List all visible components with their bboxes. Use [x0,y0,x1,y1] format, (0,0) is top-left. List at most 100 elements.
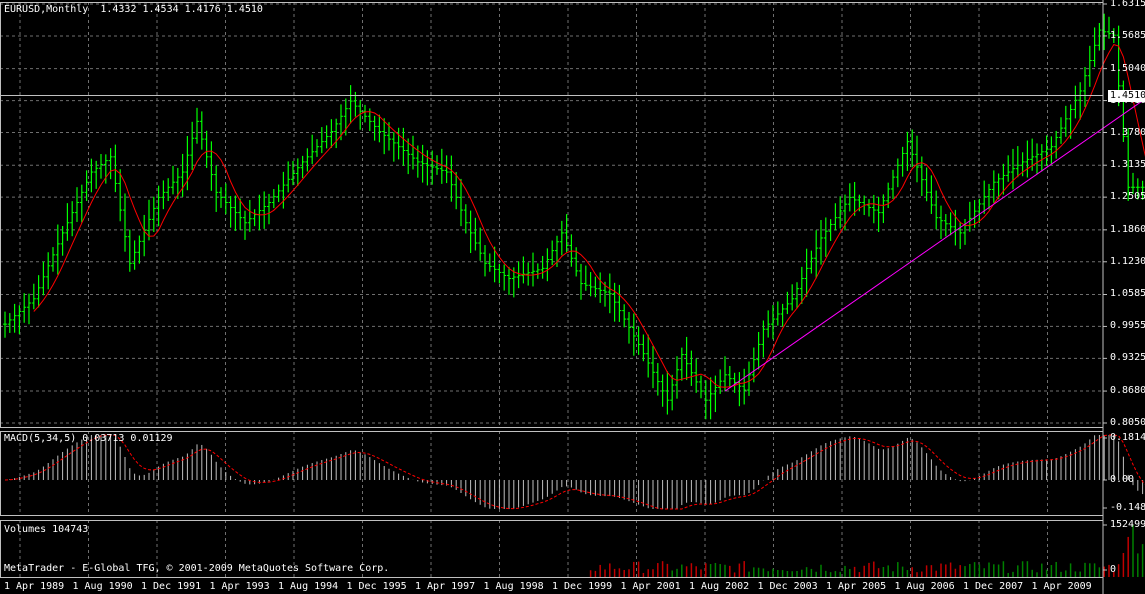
price-bar [881,194,886,224]
price-bar [651,345,655,389]
price-bar [699,375,703,399]
price-bar [286,161,291,193]
price-tick-label: 1.2505 [1110,191,1145,203]
price-bar [804,248,809,297]
price-bar [65,203,70,241]
price-bar [1054,130,1059,159]
price-bar [31,283,36,310]
price-tick-label: 0.8680 [1110,385,1145,397]
price-bar [641,334,646,362]
price-tick-label: 1.1230 [1110,255,1145,267]
price-bar [1092,27,1097,68]
price-bar [411,135,415,170]
price-bar [799,266,804,304]
price-tick-label: 1.6315 [1110,0,1145,9]
price-bar [161,180,166,210]
price-bar [502,264,507,291]
price-bar [1035,143,1039,174]
price-bar [127,229,132,272]
price-bar [233,195,238,231]
price-bar [1059,117,1063,144]
volume-label: Volumes 104743 [4,524,89,535]
chart-canvas[interactable] [0,0,1145,594]
price-bar [785,291,790,315]
price-bar [137,235,142,264]
price-bar [300,155,305,179]
price-bar [737,372,742,407]
time-tick-label: 1 Dec 2003 [757,581,818,592]
price-bar [915,135,919,183]
price-bar [1006,155,1011,182]
price-bar [70,201,75,237]
price-bar [627,311,631,344]
price-bar [319,127,324,154]
price-bar [521,256,526,284]
price-bar [305,148,310,172]
price-bar [526,262,531,286]
macd-tick-label: -0.14894 [1110,502,1145,513]
price-bar [833,203,838,231]
price-bar [459,178,463,227]
price-bar [948,212,953,236]
time-tick-label: 1 Aug 1998 [483,581,544,592]
time-tick-label: 1 Aug 1994 [278,581,339,592]
price-bar [199,111,204,150]
price-bar [36,275,41,308]
price-bar [223,183,228,215]
price-bar [795,282,799,309]
price-bar [703,380,708,420]
price-bar [679,347,684,381]
price-bar [142,214,147,257]
price-bar [900,146,905,177]
price-bar [1097,23,1102,51]
price-bar [775,301,780,326]
price-bar [51,247,55,272]
price-bar [430,150,435,185]
price-bar [444,155,449,184]
chart-frame [0,0,1107,594]
price-bar [324,125,329,149]
price-bar [468,210,473,254]
price-bar [439,148,444,184]
price-bar [22,293,27,323]
price-bar [171,165,175,195]
time-tick-label: 1 Aug 1990 [72,581,133,592]
price-bar [987,183,991,210]
time-tick-label: 1 Apr 2009 [1031,581,1092,592]
price-tick-label: 1.5040 [1110,62,1145,74]
symbol-label: EURUSD,Monthly [4,4,89,15]
ohlc-label: 1.4332 1.4534 1.4176 1.4510 [100,4,263,15]
macd-histogram [9,435,1144,509]
price-bar [670,374,675,411]
macd-tick-label: 0.00 [1110,474,1135,485]
volume-tick-label: 1524993 [1110,519,1145,530]
price-bar [243,210,247,240]
price-bar [617,284,622,322]
price-bar [497,263,502,284]
price-bar [1087,45,1092,87]
price-bar [823,217,828,257]
price-bar [516,261,521,289]
price-bar [766,310,771,338]
price-bar [401,127,406,166]
price-bar [790,284,795,311]
price-tick-label: 1.3135 [1110,159,1145,171]
price-bar [895,158,900,188]
price-bar [742,368,747,405]
price-bar [531,252,535,287]
volume-tick-label: 0 [1110,564,1117,575]
price-bar [382,118,387,155]
price-bar [583,265,588,291]
price-bar [756,332,761,370]
price-bar [108,148,113,180]
price-bar [295,158,300,187]
time-tick-label: 1 Dec 1991 [141,581,202,592]
price-bar [718,369,723,394]
price-bar [727,365,732,388]
price-bar [1025,140,1030,178]
price-bar [257,194,262,231]
price-bar [463,204,468,234]
price-bar [449,155,454,202]
price-bar [814,230,819,279]
volume-bars [589,525,1144,577]
